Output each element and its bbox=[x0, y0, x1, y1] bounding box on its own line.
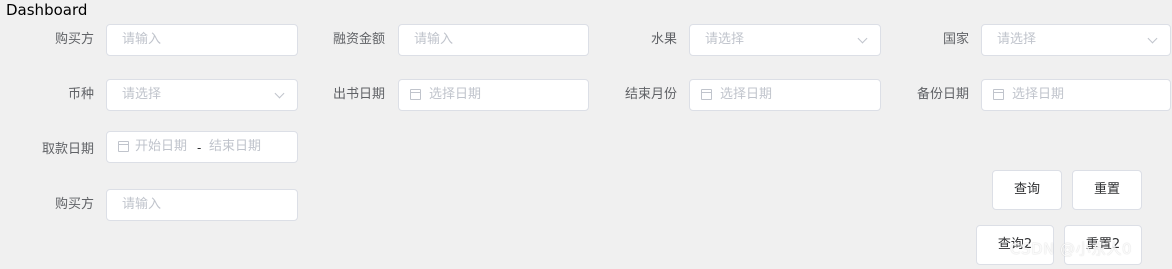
start-date-placeholder: 开始日期 bbox=[135, 139, 188, 154]
financing-amount-input[interactable]: 请输入 bbox=[398, 24, 589, 56]
backup-date-placeholder: 选择日期 bbox=[1012, 87, 1065, 102]
chevron-down-icon bbox=[274, 88, 285, 99]
calendar-icon bbox=[701, 89, 712, 100]
calendar-icon bbox=[993, 89, 1004, 100]
buyer-placeholder: 请输入 bbox=[122, 32, 162, 47]
withdraw-date-label: 取款日期 bbox=[41, 142, 94, 157]
query2-button[interactable]: 查询2 bbox=[976, 225, 1054, 265]
query-button[interactable]: 查询 bbox=[992, 170, 1062, 210]
calendar-icon bbox=[410, 89, 421, 100]
fruit-select[interactable]: 请选择 bbox=[689, 24, 881, 56]
financing-amount-placeholder: 请输入 bbox=[414, 32, 454, 47]
reset2-button[interactable]: 重置2 bbox=[1064, 225, 1142, 265]
buyer-placeholder-2: 请输入 bbox=[122, 197, 162, 212]
currency-select[interactable]: 请选择 bbox=[106, 79, 298, 111]
issue-date-placeholder: 选择日期 bbox=[429, 87, 482, 102]
end-date-placeholder: 结束日期 bbox=[209, 139, 262, 154]
currency-placeholder: 请选择 bbox=[122, 87, 162, 102]
fruit-placeholder: 请选择 bbox=[705, 32, 745, 47]
end-month-picker[interactable]: 选择日期 bbox=[689, 79, 881, 111]
issue-date-picker[interactable]: 选择日期 bbox=[398, 79, 589, 111]
backup-date-picker[interactable]: 选择日期 bbox=[981, 79, 1171, 111]
financing-amount-label: 融资金额 bbox=[332, 32, 385, 47]
withdraw-date-range-picker[interactable]: 开始日期 - 结束日期 bbox=[106, 131, 298, 163]
currency-label: 币种 bbox=[67, 87, 94, 102]
page-title: Dashboard bbox=[6, 1, 88, 19]
buyer-input[interactable]: 请输入 bbox=[106, 24, 298, 56]
fruit-label: 水果 bbox=[650, 32, 677, 47]
chevron-down-icon bbox=[857, 33, 868, 44]
buyer-label-2: 购买方 bbox=[54, 197, 94, 212]
buyer-label: 购买方 bbox=[54, 32, 94, 47]
buyer-input-2[interactable]: 请输入 bbox=[106, 189, 298, 221]
reset-button[interactable]: 重置 bbox=[1072, 170, 1142, 210]
end-month-label: 结束月份 bbox=[624, 87, 677, 102]
issue-date-label: 出书日期 bbox=[332, 87, 385, 102]
country-select[interactable]: 请选择 bbox=[981, 24, 1171, 56]
range-separator: - bbox=[197, 141, 202, 155]
backup-date-label: 备份日期 bbox=[916, 87, 969, 102]
chevron-down-icon bbox=[1147, 33, 1158, 44]
country-placeholder: 请选择 bbox=[997, 32, 1037, 47]
country-label: 国家 bbox=[942, 32, 969, 47]
calendar-icon bbox=[118, 141, 129, 152]
end-month-placeholder: 选择日期 bbox=[720, 87, 773, 102]
